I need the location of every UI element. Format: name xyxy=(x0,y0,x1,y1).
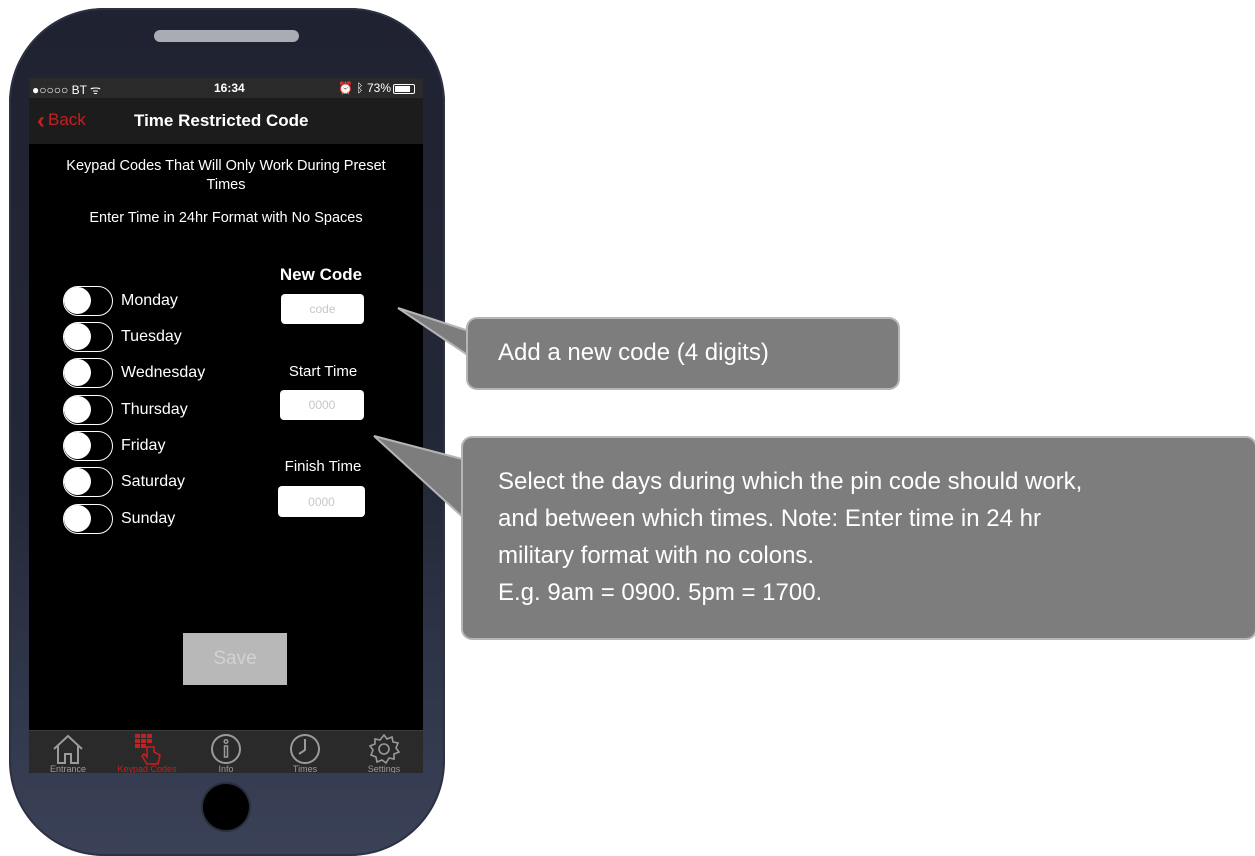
pointer-select-days xyxy=(373,435,467,523)
callout-add-code: Add a new code (4 digits) xyxy=(468,319,898,388)
pointer-add-code xyxy=(397,307,473,360)
callout-select-days: Select the days during which the pin cod… xyxy=(463,438,1255,638)
callout-pointers xyxy=(373,307,473,523)
